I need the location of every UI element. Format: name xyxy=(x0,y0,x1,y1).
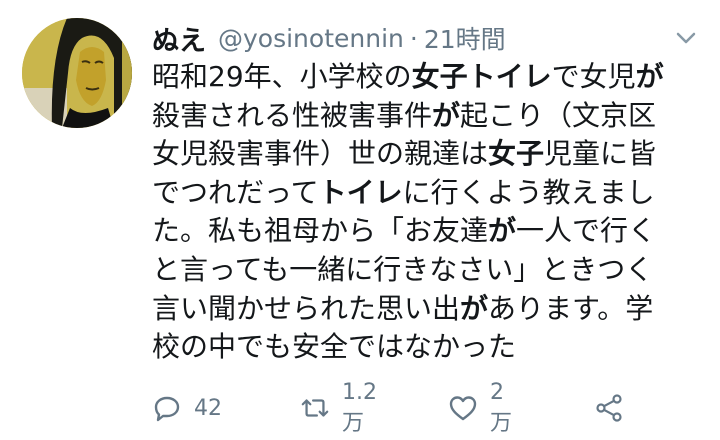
tweet-header: ぬえ @yosinotennin · 21時間 xyxy=(152,18,506,58)
reply-icon xyxy=(152,393,182,423)
tweet-line: た。私も祖母から「お友達が一人で行く xyxy=(152,214,657,248)
share-button[interactable] xyxy=(594,393,624,423)
tweet-line: 校の中でも安全ではなかった xyxy=(152,330,517,364)
separator-dot: · xyxy=(409,23,418,53)
chevron-down-icon[interactable] xyxy=(672,26,700,50)
tweet-line: 殺害される性被害事件が起こり（文京区 xyxy=(152,98,657,132)
display-name[interactable]: ぬえ xyxy=(152,19,206,58)
reply-count: 42 xyxy=(194,395,222,421)
reply-button[interactable]: 42 xyxy=(152,393,222,423)
avatar-image xyxy=(22,18,132,128)
user-handle[interactable]: @yosinotennin xyxy=(218,24,404,53)
like-count: 2万 xyxy=(490,379,513,436)
share-icon xyxy=(594,393,624,423)
retweet-count: 1.2万 xyxy=(342,379,377,436)
timestamp[interactable]: 21時間 xyxy=(424,20,506,56)
tweet-line: 昭和29年、小学校の女子トイレで女児が xyxy=(152,60,664,93)
tweet-text: 昭和29年、小学校の女子トイレで女児が 殺害される性被害事件が起こり（文京区 女… xyxy=(152,58,697,367)
heart-icon xyxy=(448,393,478,423)
tweet-actions: 42 1.2万 2万 xyxy=(152,380,622,436)
avatar[interactable] xyxy=(22,18,132,128)
tweet-line: と言っても一緒に行きなさい」ときつく xyxy=(152,252,654,286)
tweet-line: 言い聞かせられた思い出があります。学 xyxy=(152,291,654,325)
tweet-line: 女児殺害事件）世の親達は女子児童に皆 xyxy=(152,137,657,171)
tweet-line: でつれだってトイレに行くよう教えまし xyxy=(152,175,655,209)
tweet[interactable]: ぬえ @yosinotennin · 21時間 昭和29年、小学校の女子トイレで… xyxy=(0,0,720,440)
retweet-button[interactable]: 1.2万 xyxy=(300,380,377,437)
like-button[interactable]: 2万 xyxy=(448,380,512,437)
retweet-icon xyxy=(300,393,330,423)
